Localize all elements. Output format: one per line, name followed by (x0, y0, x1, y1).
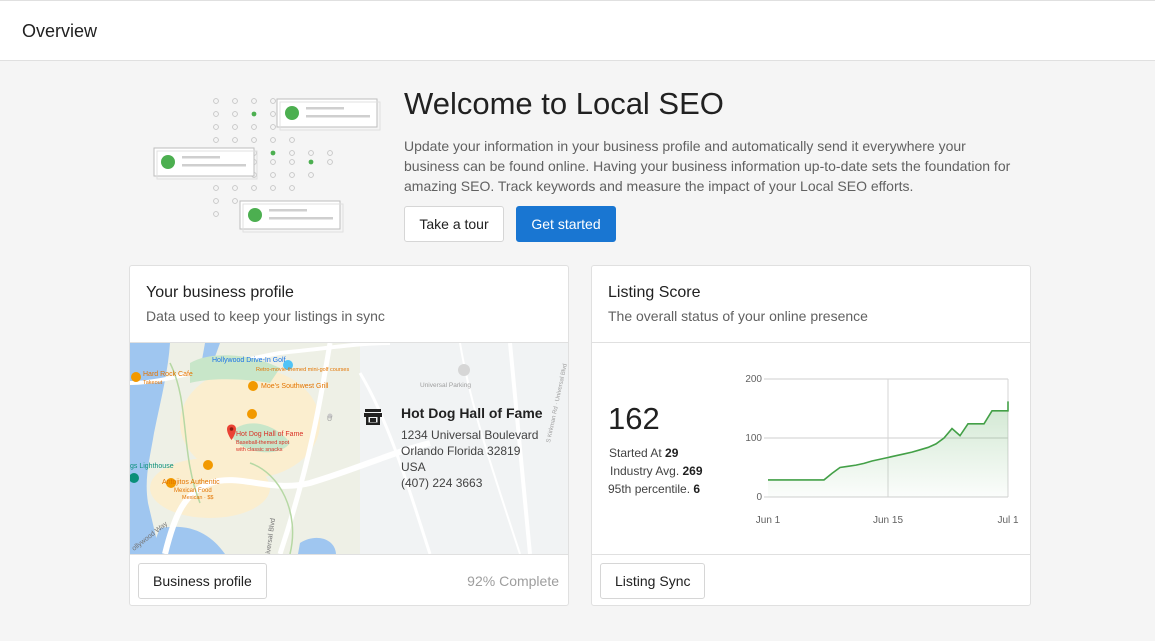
map-label-drive-in: Hollywood Drive-In Golf (212, 357, 286, 364)
percentile-label: 95th percentile. (608, 482, 691, 496)
card-footer: Listing Sync (592, 554, 1030, 605)
business-phone: (407) 224 3663 (401, 476, 483, 490)
card-footer: Business profile 92% Complete (130, 554, 568, 605)
y-tick-label: 200 (745, 374, 762, 385)
started-at-label: Started At (609, 446, 662, 460)
industry-avg-label: Industry Avg. (610, 464, 680, 478)
percentile-stat: 95th percentile. 6 (608, 482, 700, 496)
business-profile-button[interactable]: Business profile (138, 563, 267, 599)
business-address-line1: 1234 Universal Boulevard (401, 428, 539, 442)
map-label-pin-sub1: Baseball-themed spot (236, 440, 290, 446)
map-label-universal-parking: Universal Parking (420, 382, 471, 389)
svg-text:U: U (327, 416, 332, 423)
x-tick-label: Jun 15 (873, 515, 903, 526)
card-title: Listing Score (608, 284, 701, 301)
map-label-lighthouse: gs Lighthouse (130, 463, 174, 470)
card-subtitle: The overall status of your online presen… (608, 308, 868, 324)
started-at-stat: Started At 29 (609, 446, 678, 460)
business-address-line2: Orlando Florida 32819 (401, 444, 521, 458)
listing-score-chart: 0 100 200 Jun 1 Jun 15 Jul 1 (745, 374, 1019, 526)
map-label-drive-in-sub: Retro-movie-themed mini-golf courses (256, 367, 349, 373)
page-title: Overview (22, 21, 98, 41)
map-label-antojitos-sub2: Mexican · $$ (182, 495, 214, 501)
card-subtitle: Data used to keep your listings in sync (146, 308, 385, 324)
get-started-button[interactable]: Get started (516, 206, 616, 242)
y-tick-label: 100 (745, 433, 762, 444)
welcome-title: Welcome to Local SEO (404, 86, 724, 121)
industry-avg-stat: Industry Avg. 269 (610, 464, 703, 478)
storefront-icon (364, 409, 382, 425)
percentile-value: 6 (693, 482, 701, 496)
map-label-hard-rock-sub: Takeout (143, 380, 163, 386)
map-label-moes: Moe's Southwest Grill (261, 383, 329, 390)
sync-illustration (153, 98, 381, 233)
card-title: Your business profile (146, 284, 294, 301)
card-header: Listing Score The overall status of your… (592, 266, 1030, 343)
map-label-pin-sub2: with classic snacks (235, 447, 283, 453)
map-label-pin-title: Hot Dog Hall of Fame (236, 431, 303, 438)
business-name: Hot Dog Hall of Fame (401, 405, 543, 421)
score-area: 162 Started At 29 Industry Avg. 269 95th… (592, 343, 1030, 554)
industry-avg-value: 269 (682, 464, 703, 478)
business-country: USA (401, 460, 426, 474)
listing-score-value: 162 (608, 401, 660, 436)
business-profile-card: Your business profile Data used to keep … (129, 265, 569, 606)
started-at-value: 29 (665, 446, 679, 460)
business-map[interactable]: Hollywood Drive-In Golf Retro-movie-them… (130, 343, 568, 554)
map-label-antojitos: Antojitos Authentic (162, 479, 220, 486)
map-label-hard-rock: Hard Rock Cafe (143, 371, 193, 378)
take-tour-button[interactable]: Take a tour (404, 206, 504, 242)
x-tick-label: Jul 1 (997, 515, 1019, 526)
welcome-description: Update your information in your business… (404, 138, 1011, 194)
map-label-antojitos-sub: Mexican Food (174, 488, 212, 494)
completion-status: 92% Complete (467, 573, 559, 589)
card-header: Your business profile Data used to keep … (130, 266, 568, 343)
listing-sync-button[interactable]: Listing Sync (600, 563, 706, 599)
listing-score-card: Listing Score The overall status of your… (591, 265, 1031, 606)
top-bar: Overview (0, 0, 1155, 61)
x-tick-label: Jun 1 (756, 515, 781, 526)
y-tick-label: 0 (756, 492, 762, 503)
